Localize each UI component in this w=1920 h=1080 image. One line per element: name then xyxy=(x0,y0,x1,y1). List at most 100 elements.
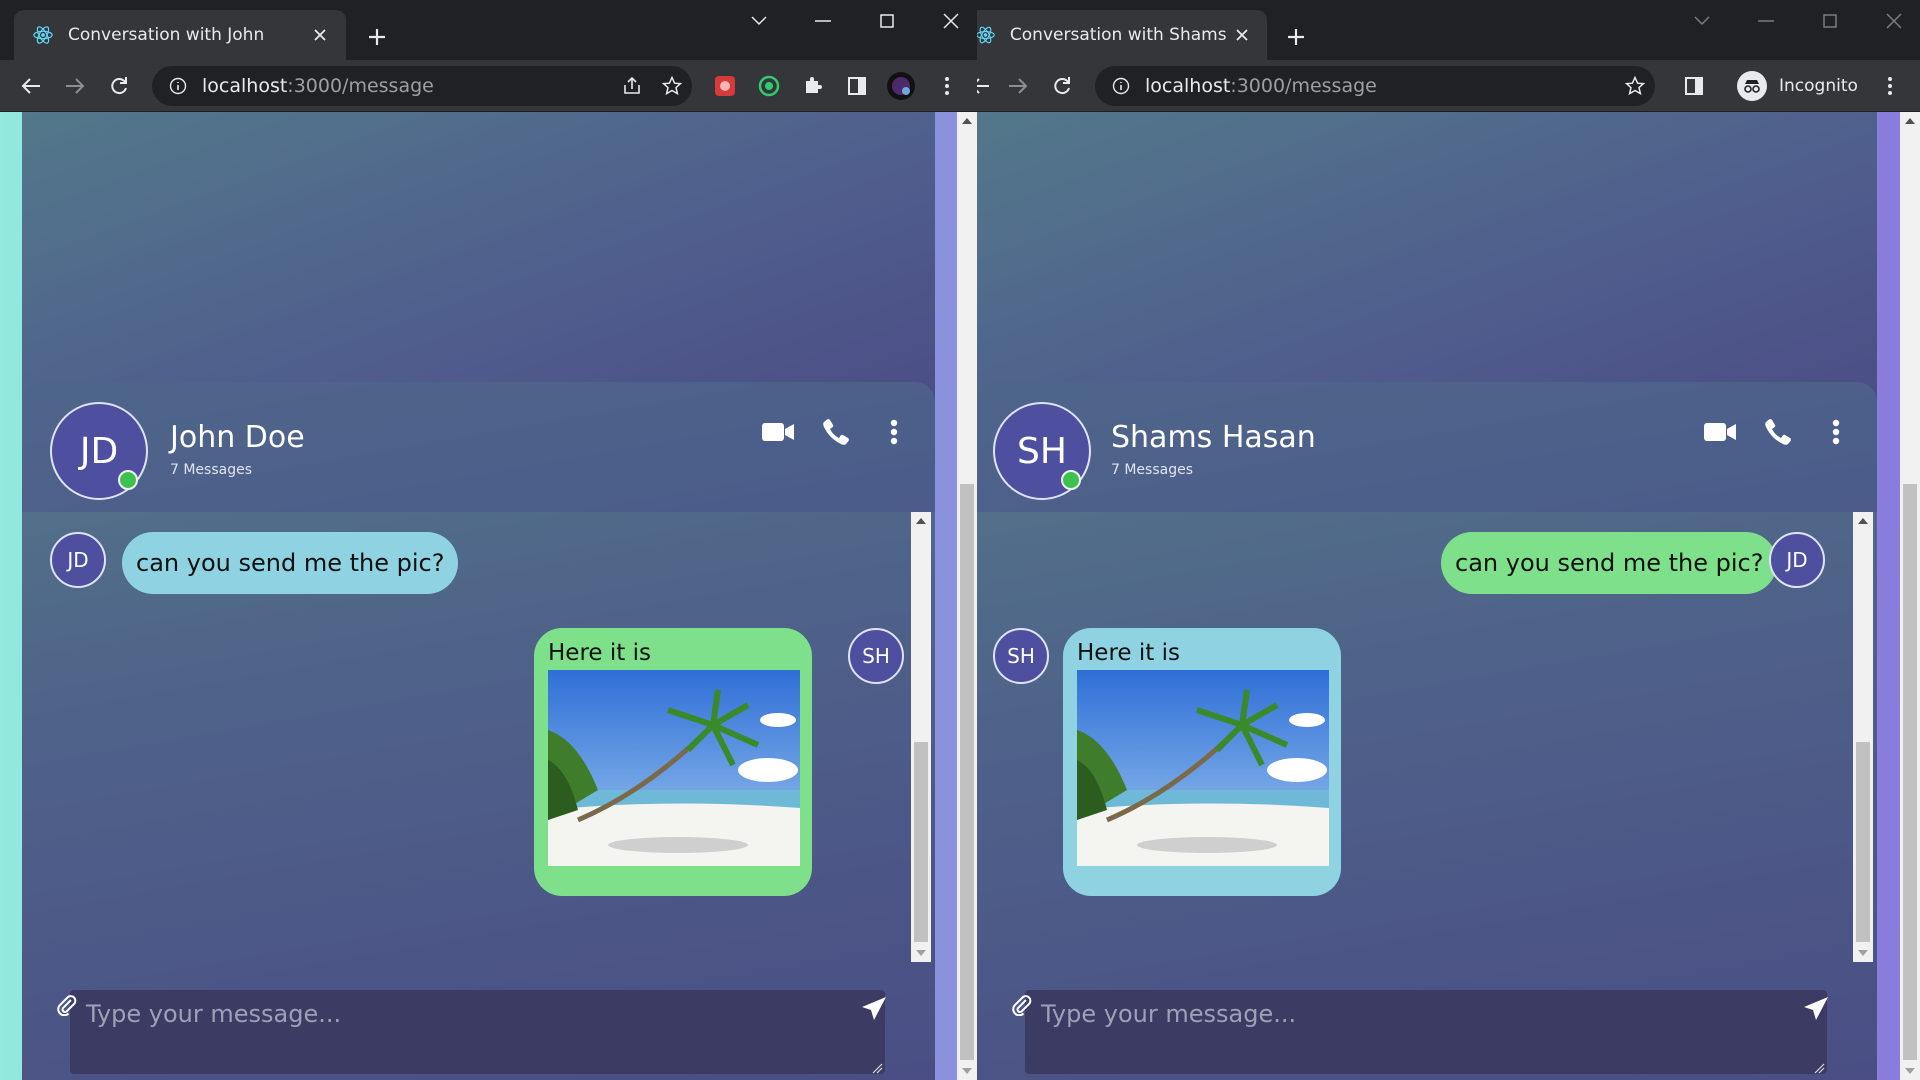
info-icon[interactable] xyxy=(160,68,196,104)
message-input[interactable]: Type your message... xyxy=(1025,990,1827,1074)
image-message-bubble: Here it is xyxy=(1063,628,1341,896)
page-viewport: SH Shams Hasan 7 Messages can you send m… xyxy=(977,112,1900,1080)
profile-avatar[interactable] xyxy=(884,69,918,103)
send-icon[interactable] xyxy=(857,992,891,1026)
tab-title: Conversation with Shams xyxy=(1009,25,1227,45)
chat-panel: JD John Doe 7 Messages JD can you send m… xyxy=(22,382,935,1080)
browser-toolbar: localhost:3000/message Incognito xyxy=(977,60,1920,112)
maximize-icon[interactable] xyxy=(855,6,919,36)
scroll-down-icon[interactable] xyxy=(911,944,931,962)
resize-handle[interactable] xyxy=(871,1062,883,1074)
resize-handle[interactable] xyxy=(1813,1062,1825,1074)
page-scroll-thumb[interactable] xyxy=(960,484,974,1060)
side-panel-icon[interactable] xyxy=(1677,69,1711,103)
tab-conversation-john[interactable]: Conversation with John xyxy=(14,10,346,60)
online-indicator xyxy=(1061,470,1081,490)
avatar: JD xyxy=(1769,532,1825,588)
tab-search-icon[interactable] xyxy=(727,6,791,36)
extensions-icon[interactable] xyxy=(796,69,830,103)
window-close-icon[interactable] xyxy=(1862,6,1920,36)
back-icon[interactable] xyxy=(14,69,48,103)
reload-icon[interactable] xyxy=(1045,69,1079,103)
video-icon[interactable] xyxy=(1691,412,1749,452)
scroll-up-icon[interactable] xyxy=(1853,512,1873,530)
back-icon[interactable] xyxy=(977,69,997,103)
info-icon[interactable] xyxy=(1103,68,1139,104)
forward-icon[interactable] xyxy=(1001,69,1035,103)
url-host: localhost xyxy=(1145,75,1231,97)
menu-icon[interactable] xyxy=(930,69,964,103)
close-icon[interactable] xyxy=(1227,19,1257,51)
page-scroll-up-icon[interactable] xyxy=(1900,112,1920,130)
message-list: can you send me the pic? JD SH Here it i… xyxy=(977,512,1853,962)
side-panel-icon[interactable] xyxy=(840,69,874,103)
chat-actions xyxy=(1691,412,1865,452)
message-list: JD can you send me the pic? Here it is S… xyxy=(22,512,911,962)
page-scroll-up-icon[interactable] xyxy=(957,112,977,130)
page-scroll-down-icon[interactable] xyxy=(1900,1062,1920,1080)
message-count: 7 Messages xyxy=(170,462,253,478)
message-composer: Type your message... xyxy=(1007,990,1847,1076)
menu-icon[interactable] xyxy=(1873,69,1907,103)
more-icon[interactable] xyxy=(865,412,923,452)
phone-icon[interactable] xyxy=(1749,412,1807,452)
minimize-icon[interactable] xyxy=(791,6,855,36)
online-indicator xyxy=(118,470,138,490)
beach-photo[interactable] xyxy=(548,670,800,866)
browser-window-john: Conversation with John localhost:3000/me… xyxy=(0,0,977,1080)
star-icon[interactable] xyxy=(652,68,692,104)
page-scrollbar[interactable] xyxy=(957,112,977,1080)
tab-strip: Conversation with Shams xyxy=(977,0,1920,60)
phone-icon[interactable] xyxy=(807,412,865,452)
reload-icon[interactable] xyxy=(102,69,136,103)
image-message-bubble: Here it is xyxy=(534,628,812,896)
tab-title: Conversation with John xyxy=(68,25,265,45)
send-icon[interactable] xyxy=(1799,992,1833,1026)
paperclip-icon[interactable] xyxy=(52,990,82,1020)
close-icon[interactable] xyxy=(304,19,336,51)
scroll-up-icon[interactable] xyxy=(911,512,931,530)
incognito-label: Incognito xyxy=(1779,76,1858,96)
window-close-icon[interactable] xyxy=(919,6,977,36)
url-path: :3000/message xyxy=(287,75,434,97)
address-bar[interactable]: localhost:3000/message xyxy=(1095,66,1655,106)
paperclip-icon[interactable] xyxy=(1007,990,1037,1020)
page-scroll-down-icon[interactable] xyxy=(957,1062,977,1080)
share-icon[interactable] xyxy=(612,68,652,104)
extension-green-icon[interactable] xyxy=(752,69,786,103)
minimize-icon[interactable] xyxy=(1734,6,1798,36)
incognito-indicator[interactable]: Incognito xyxy=(1737,67,1858,105)
tab-search-icon[interactable] xyxy=(1670,6,1734,36)
react-icon xyxy=(33,26,53,44)
avatar: JD xyxy=(50,532,106,588)
browser-window-shams: Conversation with Shams localhost:3000/m… xyxy=(977,0,1920,1080)
incognito-icon xyxy=(1737,71,1767,101)
message-caption: Here it is xyxy=(1077,640,1180,666)
window-controls xyxy=(1670,6,1920,36)
video-icon[interactable] xyxy=(749,412,807,452)
address-bar[interactable]: localhost:3000/message xyxy=(152,66,692,106)
plus-icon[interactable] xyxy=(360,20,394,54)
message-input[interactable]: Type your message... xyxy=(70,990,885,1074)
page-scroll-thumb[interactable] xyxy=(1903,484,1917,1060)
tab-conversation-shams[interactable]: Conversation with Shams xyxy=(977,10,1267,60)
scroll-thumb[interactable] xyxy=(1856,742,1870,942)
url-text: localhost:3000/message xyxy=(1145,75,1615,97)
message-scrollbar[interactable] xyxy=(1853,512,1873,962)
extension-red-icon[interactable] xyxy=(708,69,742,103)
message-caption: Here it is xyxy=(548,640,651,666)
url-host: localhost xyxy=(202,75,288,97)
scroll-thumb[interactable] xyxy=(914,742,928,942)
message-scrollbar[interactable] xyxy=(911,512,931,962)
chat-actions xyxy=(749,412,923,452)
maximize-icon[interactable] xyxy=(1798,6,1862,36)
scroll-down-icon[interactable] xyxy=(1853,944,1873,962)
browser-toolbar: localhost:3000/message xyxy=(0,60,977,112)
plus-icon[interactable] xyxy=(1279,20,1313,54)
more-icon[interactable] xyxy=(1807,412,1865,452)
message-composer: Type your message... xyxy=(52,990,905,1076)
page-scrollbar[interactable] xyxy=(1900,112,1920,1080)
forward-icon[interactable] xyxy=(58,69,92,103)
star-icon[interactable] xyxy=(1615,68,1655,104)
beach-photo[interactable] xyxy=(1077,670,1329,866)
